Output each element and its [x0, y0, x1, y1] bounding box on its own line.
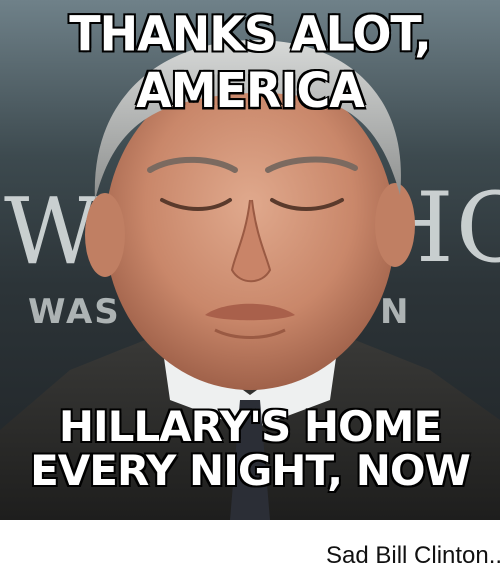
bottom-caption-line-2: EVERY NIGHT, NOW [29, 445, 472, 496]
top-caption: THANKS ALOT, AMERICA [68, 4, 432, 119]
post-caption: Sad Bill Clinton... [326, 542, 500, 569]
meme-image: WH HO WAS N [0, 0, 500, 520]
post-footer: Sad Bill Clinton... [0, 520, 500, 586]
bottom-caption-line-1: HILLARY'S HOME [58, 401, 443, 452]
left-ear [85, 193, 125, 277]
right-ear [375, 183, 415, 267]
